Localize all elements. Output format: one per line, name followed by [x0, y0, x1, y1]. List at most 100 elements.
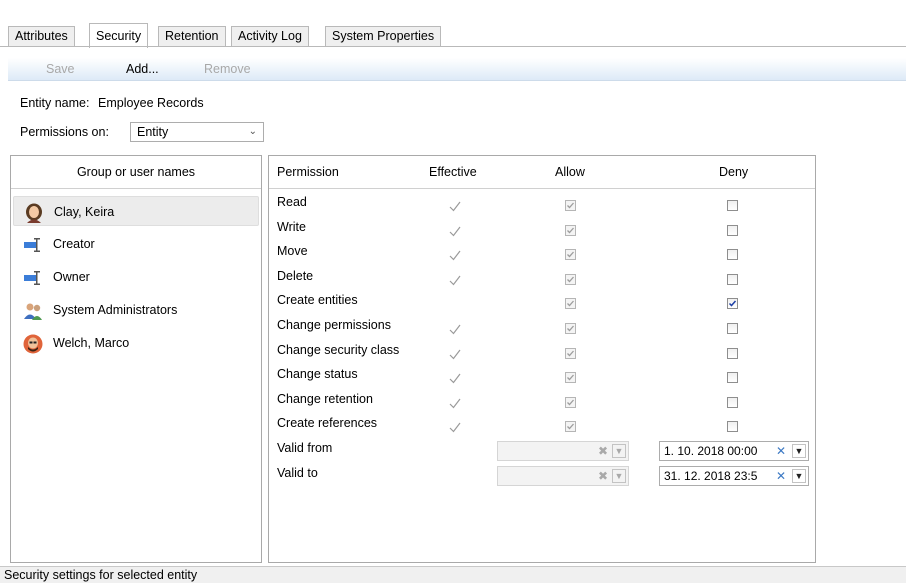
chevron-down-icon[interactable]: ▼ — [792, 444, 806, 458]
user-item-label: Clay, Keira — [54, 205, 115, 219]
effective-check-icon — [447, 247, 463, 263]
permission-name: Create entities — [277, 293, 358, 308]
clear-icon[interactable]: ✖ — [598, 467, 608, 485]
pseudo-user-icon — [23, 268, 43, 288]
status-bar: Security settings for selected entity — [0, 566, 906, 583]
tab-system-properties[interactable]: System Properties — [325, 26, 442, 46]
clear-icon[interactable]: ✖ — [598, 442, 608, 460]
permission-row: Write — [269, 219, 815, 244]
effective-column-header: Effective — [429, 165, 477, 179]
user-male-avatar-icon — [23, 334, 43, 354]
allow-checkbox[interactable] — [565, 347, 576, 359]
tab-strip: Attributes Security Retention Activity L… — [0, 0, 906, 50]
valid-to-deny-value: 31. 12. 2018 23:5 — [664, 469, 758, 483]
permission-name: Change retention — [277, 391, 373, 406]
clear-icon[interactable]: ✕ — [776, 442, 786, 460]
deny-column-header: Deny — [719, 165, 749, 179]
allow-checkbox[interactable] — [565, 273, 576, 285]
deny-checkbox[interactable] — [727, 323, 738, 334]
toolbar: Save Add... Remove — [8, 58, 906, 81]
valid-from-label: Valid from — [277, 441, 333, 455]
valid-from-deny-picker[interactable]: 1. 10. 2018 00:00 ✕ ▼ — [659, 441, 809, 461]
tab-divider — [0, 46, 906, 47]
user-item-system-administrators[interactable]: System Administrators — [13, 295, 259, 325]
permission-name: Delete — [277, 268, 314, 283]
permission-name: Move — [277, 244, 308, 259]
effective-check-icon — [447, 346, 463, 362]
user-female-avatar-icon — [24, 203, 44, 223]
effective-check-icon — [447, 419, 463, 435]
permission-name: Create references — [277, 416, 378, 431]
valid-from-allow-picker[interactable]: ✖ ▼ — [497, 441, 629, 461]
effective-check-icon — [447, 370, 463, 386]
permission-row: Create references — [269, 415, 815, 440]
status-text: Security settings for selected entity — [4, 568, 198, 582]
permissions-on-label: Permissions on: — [20, 125, 109, 139]
deny-checkbox[interactable] — [727, 200, 738, 211]
valid-from-deny-value: 1. 10. 2018 00:00 — [664, 444, 758, 458]
user-item-clay-keira[interactable]: Clay, Keira — [13, 196, 259, 226]
effective-check-icon — [447, 272, 463, 288]
allow-checkbox[interactable] — [565, 421, 576, 433]
allow-checkbox[interactable] — [565, 200, 576, 211]
header-divider — [269, 188, 815, 189]
allow-checkbox[interactable] — [565, 224, 576, 236]
user-item-welch-marco[interactable]: Welch, Marco — [13, 328, 259, 358]
chevron-down-icon[interactable]: ▼ — [612, 444, 626, 458]
user-item-creator[interactable]: Creator — [13, 229, 259, 259]
permission-row: Move — [269, 243, 815, 268]
permissions-on-value: Entity — [137, 125, 169, 139]
allow-checkbox[interactable] — [565, 323, 576, 334]
deny-checkbox[interactable] — [727, 224, 738, 236]
deny-checkbox[interactable] — [727, 372, 738, 384]
pseudo-user-icon — [23, 235, 43, 255]
chevron-down-icon[interactable]: ▼ — [612, 469, 626, 483]
permission-column-header: Permission — [277, 165, 339, 179]
tab-retention[interactable]: Retention — [158, 26, 226, 46]
permission-row: Read — [269, 194, 815, 219]
chevron-down-icon[interactable]: ▼ — [792, 469, 806, 483]
permission-row: Change status — [269, 366, 815, 391]
tab-attributes[interactable]: Attributes — [8, 26, 75, 46]
valid-to-allow-picker[interactable]: ✖ ▼ — [497, 466, 629, 486]
save-button[interactable]: Save — [46, 60, 75, 78]
permissions-on-select[interactable]: Entity ⌄ — [130, 122, 264, 142]
permission-name: Read — [277, 195, 307, 209]
permission-name: Change security class — [277, 342, 400, 357]
permission-name: Write — [277, 219, 306, 234]
valid-to-deny-picker[interactable]: 31. 12. 2018 23:5 ✕ ▼ — [659, 466, 809, 486]
permission-row: Change retention — [269, 391, 815, 416]
effective-check-icon — [447, 395, 463, 411]
user-item-label: Owner — [53, 270, 90, 284]
allow-checkbox[interactable] — [565, 372, 576, 384]
permission-row: Delete — [269, 268, 815, 293]
permission-panel: Permission Effective Allow Deny Read Writ… — [268, 155, 816, 563]
valid-to-label: Valid to — [277, 466, 318, 480]
user-item-owner[interactable]: Owner — [13, 262, 259, 292]
tab-security[interactable]: Security — [89, 23, 149, 48]
allow-checkbox[interactable] — [565, 298, 576, 310]
tab-activity-log[interactable]: Activity Log — [231, 26, 309, 46]
entity-name-value: Employee Records — [98, 96, 204, 110]
allow-checkbox[interactable] — [565, 396, 576, 408]
deny-checkbox[interactable] — [727, 298, 738, 310]
deny-checkbox[interactable] — [727, 273, 738, 285]
clear-icon[interactable]: ✕ — [776, 467, 786, 485]
deny-checkbox[interactable] — [727, 421, 738, 433]
permission-row: Change permissions — [269, 317, 815, 342]
effective-check-icon — [447, 198, 463, 214]
permission-row: Create entities — [269, 292, 815, 317]
add-button[interactable]: Add... — [126, 60, 159, 78]
remove-button[interactable]: Remove — [204, 60, 251, 78]
entity-name-label: Entity name: — [20, 96, 90, 110]
user-list-panel: Group or user names Clay, Keira Creator — [10, 155, 262, 563]
permission-name: Change permissions — [277, 318, 391, 332]
permission-name: Change status — [277, 367, 358, 382]
user-item-label: Creator — [53, 237, 95, 251]
deny-checkbox[interactable] — [727, 249, 738, 261]
deny-checkbox[interactable] — [727, 347, 738, 359]
user-list-header: Group or user names — [11, 156, 261, 189]
effective-check-icon — [447, 321, 463, 337]
allow-checkbox[interactable] — [565, 249, 576, 261]
deny-checkbox[interactable] — [727, 396, 738, 408]
